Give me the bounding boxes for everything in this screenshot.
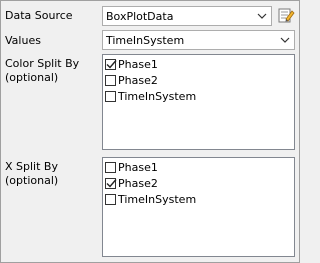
color-split-label: Color Split By (optional) <box>5 57 80 84</box>
list-item-label: Phase2 <box>118 177 158 190</box>
list-item-label: Phase1 <box>118 58 158 71</box>
color-split-item-phase1[interactable]: Phase1 <box>105 57 158 72</box>
data-source-label: Data Source <box>5 9 73 22</box>
color-split-list[interactable]: Phase1 Phase2 TimeInSystem <box>102 54 295 150</box>
checkbox-checked[interactable] <box>105 178 117 189</box>
checkbox[interactable] <box>105 91 116 102</box>
values-dropdown[interactable]: TimeInSystem <box>102 30 295 50</box>
x-split-item-phase1[interactable]: Phase1 <box>105 160 158 175</box>
color-split-item-timeinsystem[interactable]: TimeInSystem <box>105 89 196 104</box>
values-label: Values <box>5 34 41 47</box>
values-value: TimeInSystem <box>106 34 185 47</box>
x-split-list[interactable]: Phase1 Phase2 TimeInSystem <box>102 157 295 257</box>
checkbox[interactable] <box>105 194 116 205</box>
x-split-item-phase2[interactable]: Phase2 <box>105 176 158 191</box>
checkbox-checked[interactable] <box>105 59 117 70</box>
list-item-label: Phase2 <box>118 74 158 87</box>
checkmark-icon <box>106 179 117 188</box>
data-source-dropdown[interactable]: BoxPlotData <box>102 6 272 26</box>
checkbox[interactable] <box>105 162 116 173</box>
x-split-label: X Split By (optional) <box>5 160 59 187</box>
checkmark-icon <box>106 60 117 69</box>
chevron-down-icon <box>257 13 267 19</box>
x-split-item-timeinsystem[interactable]: TimeInSystem <box>105 192 196 207</box>
color-split-item-phase2[interactable]: Phase2 <box>105 73 158 88</box>
data-source-value: BoxPlotData <box>106 10 174 23</box>
list-item-label: Phase1 <box>118 161 158 174</box>
list-item-label: TimeInSystem <box>118 90 197 103</box>
edit-data-source-icon[interactable] <box>277 6 295 24</box>
checkbox[interactable] <box>105 75 116 86</box>
list-item-label: TimeInSystem <box>118 193 197 206</box>
chevron-down-icon <box>280 37 290 43</box>
